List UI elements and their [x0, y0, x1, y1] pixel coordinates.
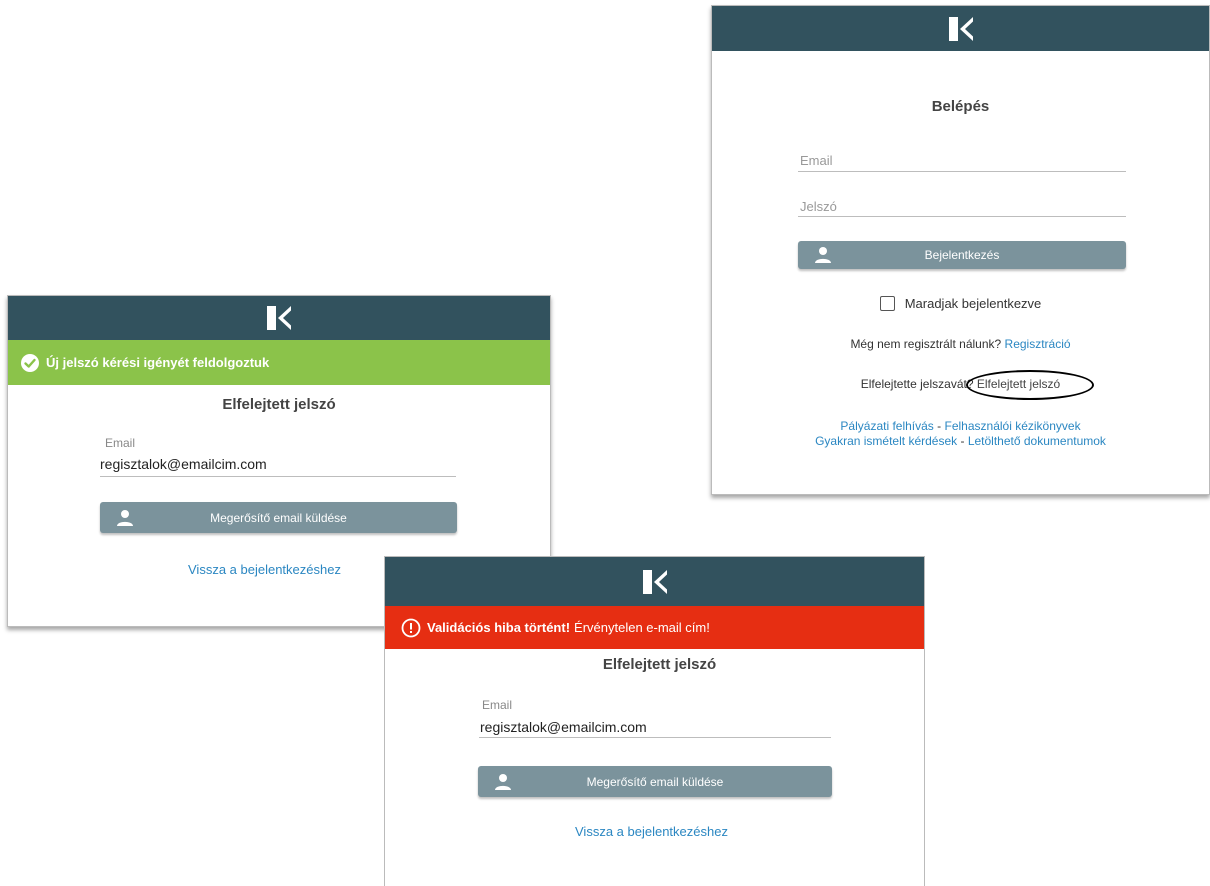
email-underline [100, 476, 456, 477]
error-panel: Validációs hiba történt! Érvénytelen e-m… [384, 556, 925, 886]
login-button[interactable]: Bejelentkezés [798, 241, 1126, 269]
downloads-link[interactable]: Letölthető dokumentumok [968, 434, 1106, 448]
k-logo-icon [642, 569, 667, 594]
error-message: Érvénytelen e-mail cím! [574, 620, 710, 635]
success-banner: Új jelszó kérési igényét feldolgoztuk [8, 340, 550, 385]
register-row: Még nem regisztrált nálunk? Regisztráció [712, 337, 1209, 351]
forgot-row: Elfelejtette jelszavát? Elfelejtett jels… [712, 377, 1209, 391]
login-panel: K Belépés Email Jelszó Bejelentkezés Mar… [711, 5, 1210, 495]
alert-circle-icon [401, 618, 421, 637]
checkbox-icon[interactable] [879, 296, 895, 312]
password-field[interactable]: Jelszó [800, 199, 837, 214]
register-link[interactable]: Regisztráció [1005, 337, 1071, 351]
back-to-login-link[interactable]: Vissza a bejelentkezéshez [188, 562, 341, 577]
register-question: Még nem regisztrált nálunk? [850, 337, 1002, 351]
k-logo-icon [948, 16, 973, 41]
login-button-label: Bejelentkezés [924, 248, 1000, 262]
faq-link[interactable]: Gyakran ismételt kérdések [815, 434, 957, 448]
email-field[interactable]: regisztalok@emailcim.com [480, 719, 647, 735]
check-circle-icon [21, 353, 39, 372]
login-title: Belépés [931, 98, 990, 115]
back-to-login-link-row: Vissza a bejelentkezéshez [575, 824, 728, 839]
remember-me-label: Maradjak bejelentkezve [904, 296, 1042, 312]
success-header [8, 296, 550, 340]
send-confirmation-button[interactable]: Megerősítő email küldése [100, 502, 457, 533]
error-banner: Validációs hiba történt! Érvénytelen e-m… [385, 606, 924, 649]
login-header: K [712, 6, 1209, 51]
back-to-login-link-row: Vissza a bejelentkezéshez [188, 562, 341, 577]
forgot-question: Elfelejtette jelszavát? [860, 377, 974, 391]
forgot-title: Elfelejtett jelszó [602, 656, 717, 673]
link-separator: - [937, 419, 942, 433]
email-underline [798, 171, 1126, 172]
email-field[interactable]: regisztalok@emailcim.com [100, 456, 267, 472]
footer-links-row2: Gyakran ismételt kérdések - Letölthető d… [712, 434, 1209, 448]
send-confirmation-label: Megerősítő email küldése [586, 774, 724, 789]
user-manuals-link[interactable]: Felhasználói kézikönyvek [945, 419, 1081, 433]
back-to-login-link[interactable]: Vissza a bejelentkezéshez [575, 824, 728, 839]
email-label: Email [105, 436, 136, 450]
send-confirmation-button[interactable]: Megerősítő email küldése [478, 766, 832, 797]
footer-links-row1: Pályázati felhívás - Felhasználói kézikö… [712, 419, 1209, 433]
error-header [385, 557, 924, 606]
email-underline [479, 737, 831, 738]
error-message-bold: Validációs hiba történt! [427, 620, 571, 635]
highlight-ellipse [966, 370, 1094, 400]
k-logo-icon [267, 306, 291, 330]
remember-me-row[interactable]: Maradjak bejelentkezve [712, 295, 1209, 312]
forgot-title: Elfelejtett jelszó [222, 396, 336, 413]
email-field[interactable]: Email [800, 153, 833, 168]
send-confirmation-label: Megerősítő email küldése [210, 510, 347, 525]
email-label: Email [482, 698, 513, 712]
password-underline [798, 216, 1126, 217]
call-for-proposals-link[interactable]: Pályázati felhívás [840, 419, 933, 433]
success-message: Új jelszó kérési igényét feldolgoztuk [46, 355, 270, 370]
link-separator: - [960, 434, 965, 448]
